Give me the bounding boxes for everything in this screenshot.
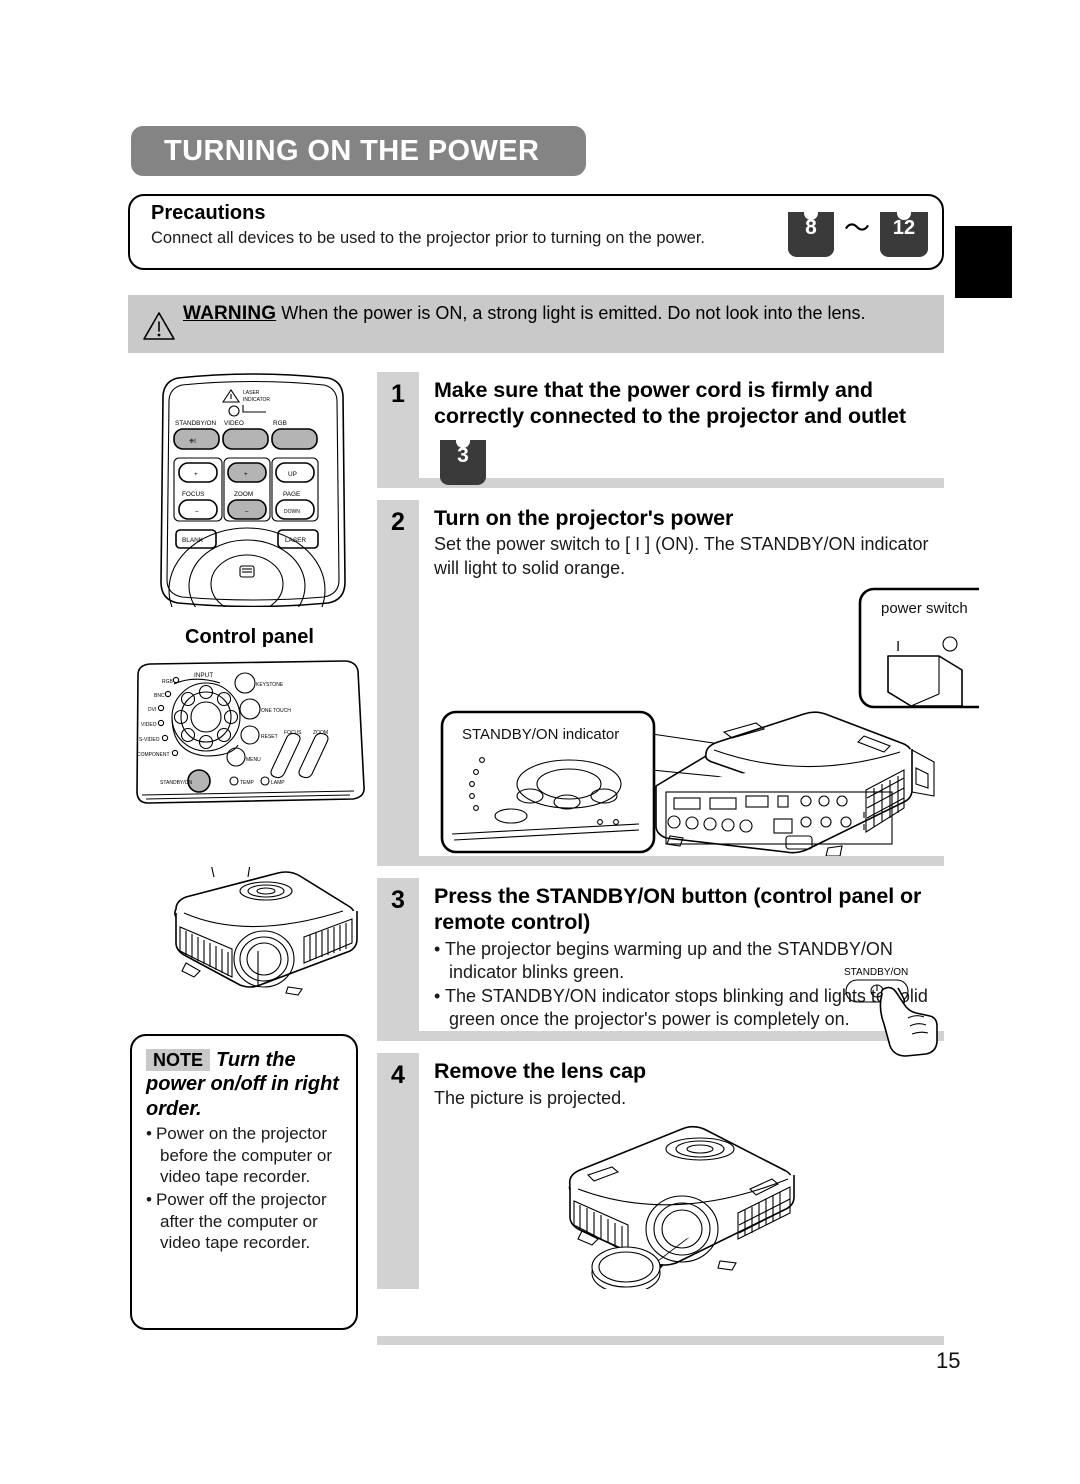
cp-input-bnc: BNC [154,693,165,699]
note-bullet-item: • Power on the projector before the compu… [146,1123,342,1187]
step-separator [377,856,944,867]
projector-rear-figure: power switch I STANDBY/ON indicator [434,584,979,857]
step-body-text: The picture is projected. [434,1088,627,1109]
note-box: NOTE Turn the power on/off in right order… [130,1034,358,1330]
manual-page: TURNING ON THE POWER Precautions Connect… [0,0,1080,1484]
step-3: 3 Press the STANDBY/ON button (control p… [377,878,944,1057]
remote-focus-plus: + [194,471,198,478]
step-heading: Remove the lens cap [434,1059,646,1084]
cp-input-label: INPUT [194,672,213,679]
cp-input-video: VIDEO [141,722,157,728]
power-switch-on-mark: I [896,638,900,655]
page-title-bar: TURNING ON THE POWER [131,126,586,176]
cp-standby-label: STANDBY/ON [160,780,193,786]
step-4: 4 Remove the lens cap The picture is pro… [377,1053,944,1289]
step-bullet-text: The projector begins warming up and the … [445,938,893,983]
projector-illustration-left [174,867,358,996]
cp-temp-label: TEMP [240,780,255,786]
bullet-char: • [434,938,441,959]
warning-banner: WARNING When the power is ON, a strong l… [128,295,944,353]
step-body-text: Set the power switch to [ I ] (ON). The … [434,534,929,578]
projector-lenscap-illustration [568,1125,795,1289]
note-heading: NOTE Turn the power on/off in right order… [146,1048,342,1121]
bullet-char: • [434,985,441,1006]
remote-laser-label: LASER [243,390,260,396]
step-number: 1 [377,372,419,478]
remote-rgb-label: RGB [273,420,287,427]
page-number: 15 [936,1348,961,1373]
remote-video-label: VIDEO [224,420,244,427]
step-number: 3 [377,878,419,1032]
note-bullet-text: Power off the projector after the comput… [155,1190,327,1253]
cp-reset-label: RESET [261,734,278,740]
note-bullet-item: • Power off the projector after the compu… [146,1189,342,1253]
remote-zoom-plus: + [244,471,248,478]
step-1: 1 Make sure that the power cord is firml… [377,372,944,488]
cp-lamp-label: LAMP [271,780,285,786]
standby-press-illustration: STANDBY/ON [844,967,938,1057]
step-heading: Make sure that the power cord is firmly … [434,378,906,428]
warning-triangle-icon [143,312,175,340]
footer-separator [377,1336,944,1345]
remote-laser-button-label: LASER [285,537,306,544]
note-bullet-text: Power on the projector before the comput… [155,1124,332,1186]
remote-power-glyph: ⎈I [189,438,196,445]
book-page-ref-icon: 8 [787,211,834,257]
warning-text: When the power is ON, a strong light is … [281,303,866,323]
cp-onetouch-label: ONE TOUCH [261,708,291,714]
power-switch-callout-label: power switch [881,600,968,617]
precautions-heading: Precautions [151,202,266,224]
precautions-box: Precautions Connect all devices to be us… [128,194,944,270]
cp-input-svideo: S-VIDEO [139,737,160,743]
book-page-ref-icon: 12 [880,211,928,257]
cp-menu-label: MENU [246,757,261,763]
remote-indicator-label: INDICATOR [243,397,270,403]
note-tag: NOTE [146,1049,211,1071]
remote-standby-label: STANDBY/ON [175,420,216,427]
bullet-char: • [146,1190,152,1210]
step-page-ref: 3 [440,438,944,485]
cp-input-dvi: DVI [148,707,156,713]
remote-zoom-minus: – [245,508,249,515]
remote-page-label: PAGE [283,491,300,498]
step-2: 2 Turn on the projector's power Set the … [377,499,979,867]
book-page-number: 12 [892,217,916,239]
remote-page-up: UP [288,471,297,478]
bullet-char: • [146,1124,152,1144]
precautions-text: Connect all devices to be used to the pr… [151,229,705,247]
cp-keystone-label: KEYSTONE [256,682,284,688]
remote-focus-minus: – [195,508,199,515]
step-gap [377,488,944,500]
step-heading: Press the STANDBY/ON button (control pan… [434,884,922,934]
step-number: 4 [377,1053,419,1289]
control-panel-title: Control panel [185,626,314,648]
note-bullet-list: • Power on the projector before the compu… [146,1123,342,1253]
step-number: 2 [377,499,419,857]
steps-column: 1 Make sure that the power cord is firml… [377,372,979,1289]
standby-press-label: STANDBY/ON [844,967,908,978]
cp-input-rgb: RGB [162,679,174,685]
step-heading: Turn on the projector's power [434,505,734,530]
page-title: TURNING ON THE POWER [164,134,540,167]
index-tab-marker [955,226,1012,298]
remote-page-down: DOWN [284,509,300,515]
control-panel-illustration: INPUT RGB BNC DVI VIDEO S-VIDEO COMPONEN… [136,660,365,804]
warning-text-block: WARNING When the power is ON, a strong l… [183,300,936,328]
book-page-ref-icon: 3 [440,438,486,485]
left-illustration-column: LASER INDICATOR STANDBY/ON VIDEO RGB ⎈I … [128,372,371,1340]
remote-focus-label: FOCUS [182,491,204,498]
precautions-page-refs: 8 〜 12 [787,211,928,257]
warning-label: WARNING [183,303,277,324]
cp-input-component: COMPONENT [137,752,170,758]
lens-cap-figure [434,1113,944,1289]
remote-control-illustration: LASER INDICATOR STANDBY/ON VIDEO RGB ⎈I … [160,373,346,607]
range-separator: 〜 [843,213,870,243]
remote-zoom-label: ZOOM [234,491,253,498]
step-gap [377,866,944,878]
standby-indicator-callout-label: STANDBY/ON indicator [462,726,619,743]
